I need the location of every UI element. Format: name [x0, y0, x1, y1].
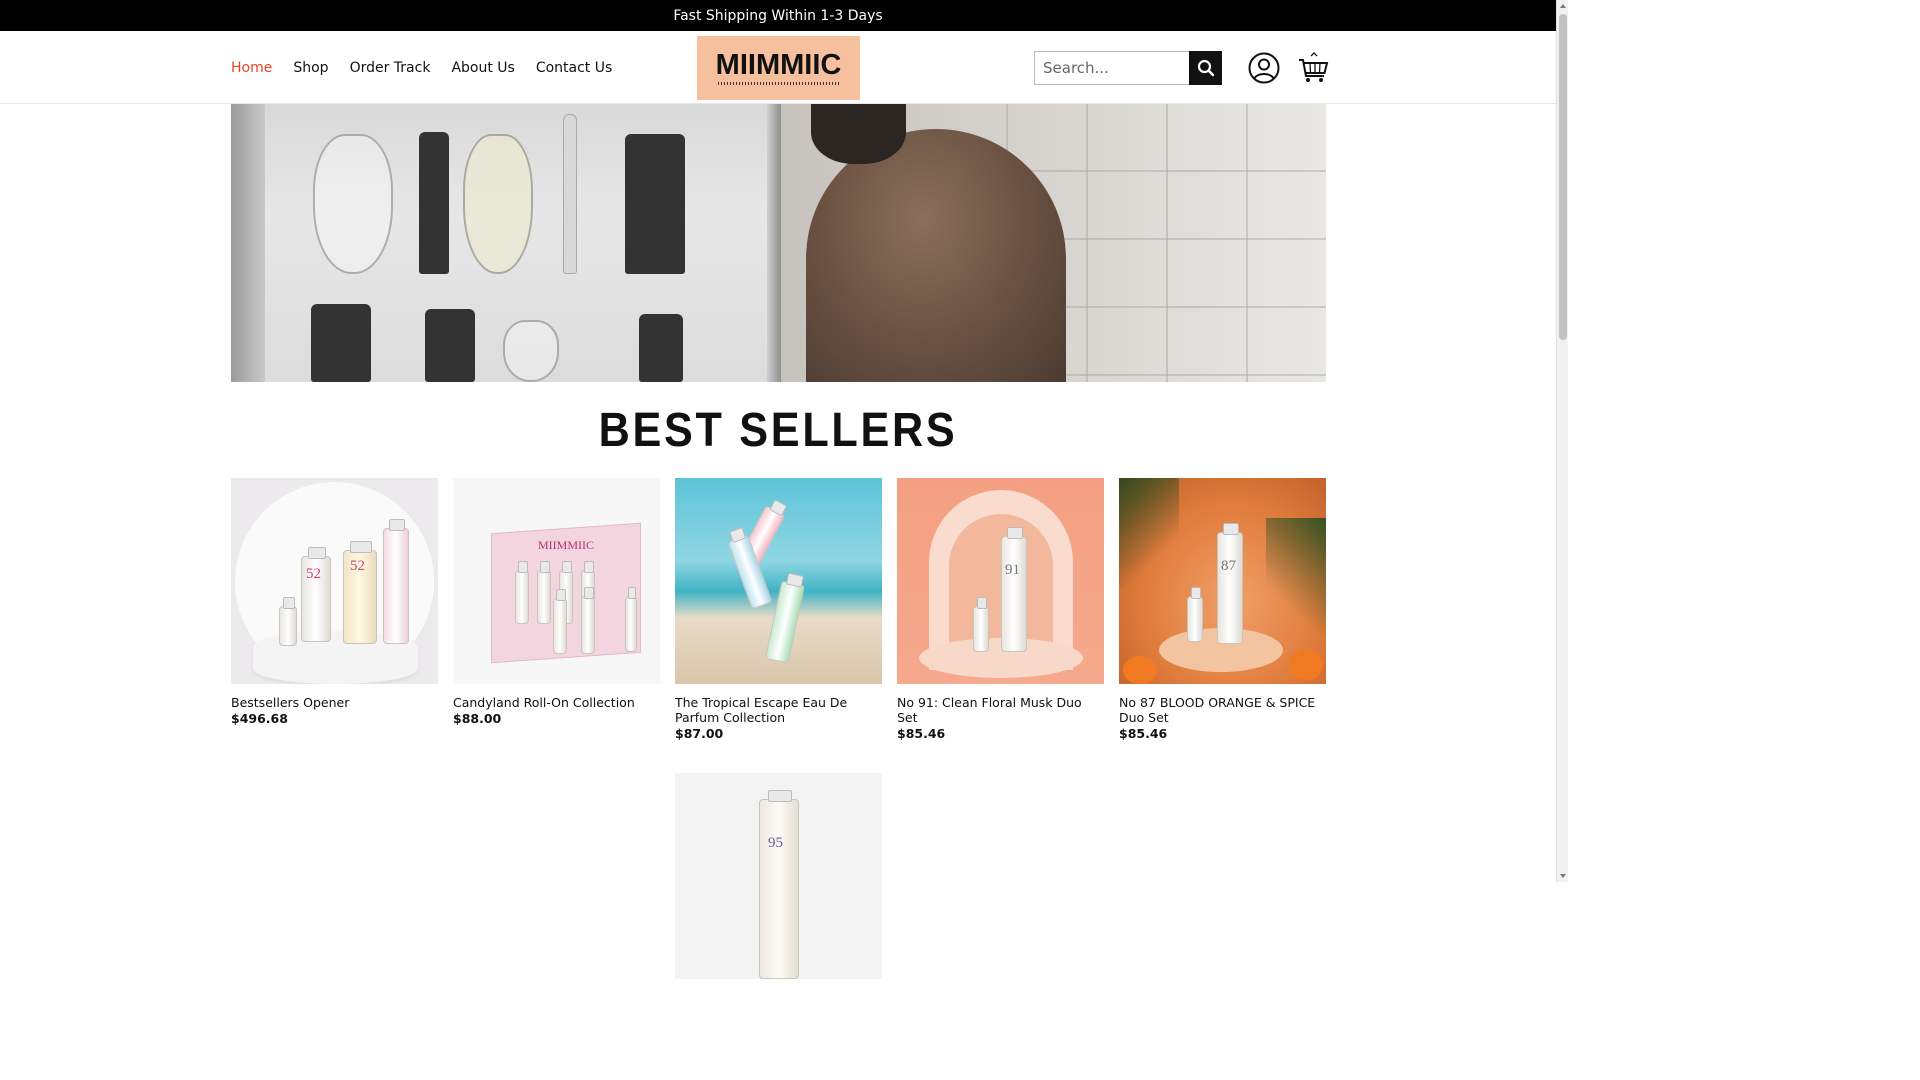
logo-text: MIIMMIIC [715, 49, 842, 81]
hero-image-shelf [231, 104, 781, 382]
nav-home[interactable]: Home [231, 60, 272, 76]
product-card[interactable]: MIIMMIIC Candyland Roll-On Collection $8… [453, 478, 660, 726]
product-card[interactable]: 87 No 87 BLOOD ORANGE & SPICE Duo Set $8… [1119, 478, 1326, 741]
product-card[interactable]: 95 [675, 773, 882, 979]
nav-shop[interactable]: Shop [293, 60, 328, 76]
product-card[interactable]: 52 52 Bestsellers Opener $496.68 [231, 478, 438, 726]
product-card[interactable]: The Tropical Escape Eau De Parfum Collec… [675, 478, 882, 741]
product-price: $496.68 [231, 711, 288, 726]
product-image [675, 478, 882, 684]
product-image: 95 [675, 773, 882, 979]
announcement-text: Fast Shipping Within 1-3 Days [673, 7, 883, 24]
product-image: 91 [897, 478, 1104, 684]
announcement-bar: Fast Shipping Within 1-3 Days [0, 0, 1556, 31]
product-name[interactable]: The Tropical Escape Eau De Parfum Collec… [675, 695, 882, 725]
account-button[interactable] [1248, 52, 1280, 84]
section-title: BEST SELLERS [598, 404, 958, 457]
site-header: Home Shop Order Track About Us Contact U… [0, 31, 1556, 104]
main-nav: Home Shop Order Track About Us Contact U… [231, 31, 612, 104]
product-price: $88.00 [453, 711, 502, 726]
product-name[interactable]: No 91: Clean Floral Musk Duo Set [897, 695, 1104, 725]
product-price: $85.46 [1119, 726, 1168, 741]
product-name[interactable]: No 87 BLOOD ORANGE & SPICE Duo Set [1119, 695, 1326, 725]
search-icon [1197, 59, 1214, 77]
search-form [1034, 51, 1222, 85]
search-button[interactable] [1189, 51, 1222, 85]
product-name[interactable]: Bestsellers Opener [231, 695, 438, 710]
hero-banner[interactable] [231, 104, 1326, 382]
cart-icon [1299, 52, 1329, 82]
logo-tagline-mark [717, 82, 840, 85]
product-name[interactable]: Candyland Roll-On Collection [453, 695, 660, 710]
scrollbar-thumb[interactable] [1559, 14, 1567, 340]
scroll-up-icon[interactable] [1560, 4, 1566, 8]
page-scrollbar[interactable] [1556, 0, 1568, 882]
search-input[interactable] [1034, 51, 1189, 85]
product-image: 52 52 [231, 478, 438, 684]
product-price: $85.46 [897, 726, 946, 741]
user-icon [1248, 52, 1280, 84]
site-logo[interactable]: MIIMMIIC [697, 36, 860, 100]
nav-order-track[interactable]: Order Track [350, 60, 431, 76]
scroll-down-icon[interactable] [1560, 874, 1566, 878]
product-price: $87.00 [675, 726, 724, 741]
product-image: 87 [1119, 478, 1326, 684]
hero-image-shower [781, 104, 1326, 382]
cart-button[interactable] [1297, 52, 1329, 84]
product-image: MIIMMIIC [453, 478, 660, 684]
nav-contact-us[interactable]: Contact Us [536, 60, 612, 76]
nav-about-us[interactable]: About Us [451, 60, 514, 76]
product-card[interactable]: 91 No 91: Clean Floral Musk Duo Set $85.… [897, 478, 1104, 741]
